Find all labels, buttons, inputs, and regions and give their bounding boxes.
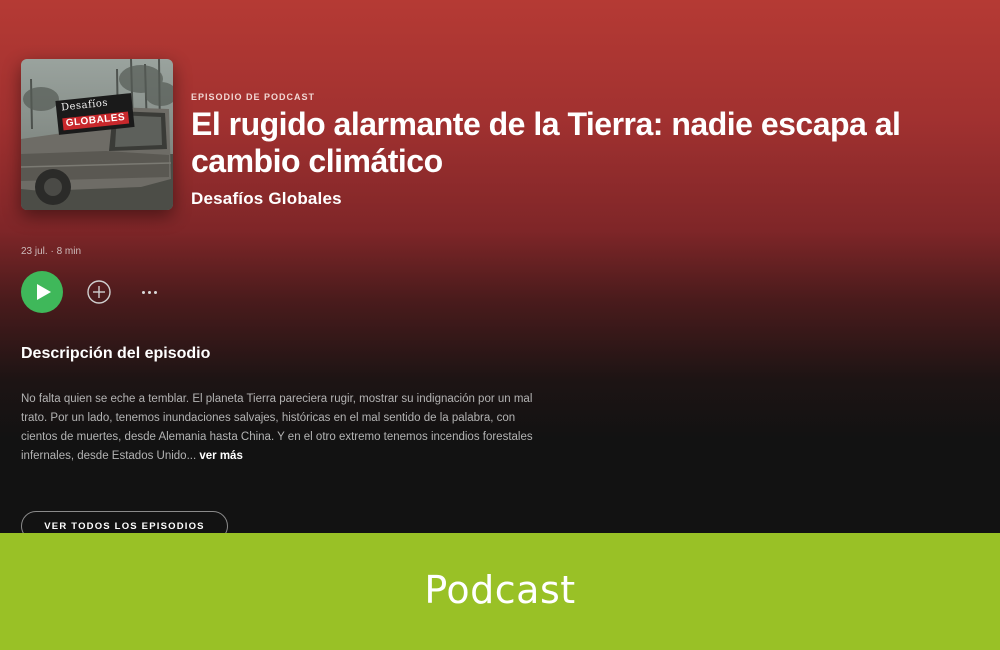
podcast-cover-art: Desafíos GLOBALES xyxy=(21,59,173,210)
action-bar xyxy=(21,271,221,313)
description-text: No falta quien se eche a temblar. El pla… xyxy=(21,390,541,466)
add-to-library-button[interactable] xyxy=(87,280,111,304)
more-horizontal-icon-dot xyxy=(153,290,157,294)
description-body: No falta quien se eche a temblar. El pla… xyxy=(21,393,533,462)
episode-title: El rugido alarmante de la Tierra: nadie … xyxy=(191,106,901,179)
episode-page: Desafíos GLOBALES EPISODIO DE PODCAST El… xyxy=(0,0,1000,533)
more-horizontal-icon-dot xyxy=(147,290,151,294)
cover-logo-line2: GLOBALES xyxy=(62,111,129,131)
show-name-link[interactable]: Desafíos Globales xyxy=(191,189,342,209)
description-heading: Descripción del episodio xyxy=(21,345,211,362)
footer-label: Podcast xyxy=(424,567,576,612)
more-horizontal-icon-dot xyxy=(141,290,145,294)
cover-photo xyxy=(21,59,173,210)
plus-circle-icon xyxy=(87,280,111,304)
see-all-episodes-button[interactable]: VER TODOS LOS EPISODIOS xyxy=(21,511,228,533)
play-button[interactable] xyxy=(21,271,63,313)
footer-banner: Podcast xyxy=(0,533,1000,650)
episode-header: Desafíos GLOBALES EPISODIO DE PODCAST El… xyxy=(0,0,1000,228)
episode-meta: 23 jul. · 8 min xyxy=(21,246,82,257)
see-more-link[interactable]: ver más xyxy=(199,450,242,462)
episode-type-label: EPISODIO DE PODCAST xyxy=(191,92,316,102)
more-options-button[interactable] xyxy=(137,281,161,303)
play-icon xyxy=(36,284,51,300)
